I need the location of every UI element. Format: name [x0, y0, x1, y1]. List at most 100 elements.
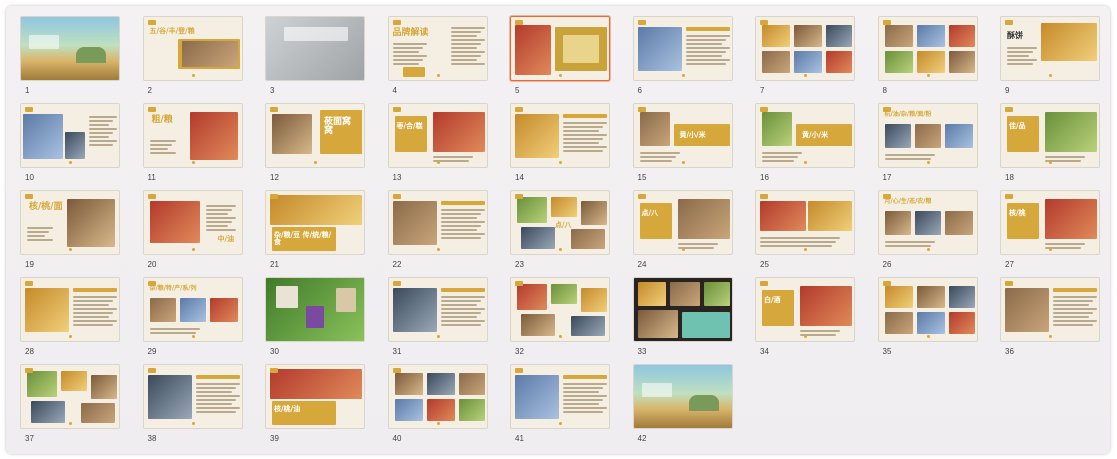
slide-preview[interactable] [632, 16, 733, 81]
slide-thumbnail-21[interactable]: 杂/粮/豆 传/统/粮/食 21 [265, 190, 365, 277]
slide-preview[interactable]: 粗/粮 [142, 103, 243, 168]
slide-thumbnail-37[interactable]: 37 [20, 364, 120, 451]
slide-thumbnail-13[interactable]: 枣/合/糕 13 [387, 103, 488, 190]
slide-thumbnail-4[interactable]: 品牌解读 4 [387, 16, 488, 103]
slide-thumbnail-22[interactable]: 22 [387, 190, 488, 277]
slide-preview[interactable]: 白/酒 [755, 277, 855, 342]
slide-preview[interactable] [877, 16, 978, 81]
slide-preview[interactable] [20, 16, 120, 81]
slide-thumbnail-35[interactable]: 35 [877, 277, 978, 364]
slide-thumbnail-24[interactable]: 点/八 24 [632, 190, 733, 277]
slide-thumbnail-16[interactable]: 黄/小/米 16 [755, 103, 855, 190]
slide-preview[interactable] [510, 364, 610, 429]
slide-preview[interactable]: 杂/粮/特/产/系/列 [142, 277, 243, 342]
slide-thumbnail-40[interactable]: 40 [387, 364, 488, 451]
slide-thumbnail-36[interactable]: 36 [1000, 277, 1100, 364]
slide-thumbnail-7[interactable]: 7 [755, 16, 855, 103]
slide-thumbnail-26[interactable]: 月/心/生/态/农/粮 26 [877, 190, 978, 277]
slide-thumbnail-29[interactable]: 杂/粮/特/产/系/列 29 [142, 277, 243, 364]
slide-preview[interactable] [510, 103, 610, 168]
slide-preview[interactable]: 佳/品 [1000, 103, 1100, 168]
slide-thumbnail-25[interactable]: 25 [755, 190, 855, 277]
slide-preview[interactable]: 核/桃/油 [265, 364, 365, 429]
text-line [563, 403, 599, 405]
slide-title: 五/谷/丰/登/粮 [149, 26, 195, 35]
slide-preview[interactable] [387, 277, 488, 342]
slide-thumbnail-33[interactable]: 33 [632, 277, 733, 364]
thumb-photo [270, 369, 362, 399]
slide-thumbnail-31[interactable]: 31 [387, 277, 488, 364]
slide-thumbnail-38[interactable]: 38 [142, 364, 243, 451]
slide-thumbnail-32[interactable]: 32 [510, 277, 610, 364]
slide-thumbnail-12[interactable]: 莜面窝窝 12 [265, 103, 365, 190]
slide-thumbnail-30[interactable]: 30 [265, 277, 365, 364]
slide-preview[interactable] [632, 277, 733, 342]
slide-preview[interactable] [20, 364, 120, 429]
slide-thumbnail-5[interactable]: 5 [510, 16, 610, 103]
text-line [760, 237, 840, 239]
slide-preview[interactable]: 核/桃/面 [20, 190, 120, 255]
slide-thumbnail-18[interactable]: 佳/品 18 [1000, 103, 1100, 190]
slide-preview[interactable] [387, 190, 488, 255]
brand-logo-icon [515, 20, 523, 25]
slide-preview[interactable]: 月/心/生/态/农/粮 [877, 190, 978, 255]
slide-thumbnail-14[interactable]: 14 [510, 103, 610, 190]
slide-thumbnail-3[interactable]: 3 [265, 16, 365, 103]
slide-thumbnail-27[interactable]: 核/桃 27 [1000, 190, 1100, 277]
slide-preview[interactable]: 核/桃 [1000, 190, 1100, 255]
text-line [563, 142, 599, 144]
slide-thumbnail-1[interactable]: 1 [20, 16, 120, 103]
thumb-photo [948, 25, 975, 47]
slide-thumbnail-28[interactable]: 28 [20, 277, 120, 364]
slide-preview[interactable]: 品牌解读 [387, 16, 488, 81]
slide-preview[interactable]: 黄/小/米 [755, 103, 855, 168]
slide-thumbnail-15[interactable]: 黄/小/米 15 [632, 103, 733, 190]
text-line [450, 55, 481, 57]
slide-preview[interactable]: 莜面窝窝 [265, 103, 365, 168]
slide-thumbnail-11[interactable]: 粗/粮 11 [142, 103, 243, 190]
slide-thumbnail-39[interactable]: 核/桃/油 39 [265, 364, 365, 451]
slide-thumbnail-8[interactable]: 8 [877, 16, 978, 103]
brand-logo-icon [270, 194, 278, 199]
slide-thumbnail-20[interactable]: 中/油 20 [142, 190, 243, 277]
slide-thumbnail-10[interactable]: 10 [20, 103, 120, 190]
slide-thumbnail-2[interactable]: 五/谷/丰/登/粮 2 [142, 16, 243, 103]
slide-preview[interactable] [265, 16, 365, 81]
slide-thumbnail-41[interactable]: 41 [510, 364, 610, 451]
slide-preview[interactable]: 点/八 [510, 190, 610, 255]
slide-thumbnail-23[interactable]: 点/八 23 [510, 190, 610, 277]
slide-preview[interactable]: 杭/油/杂/粮/面/粉 [877, 103, 978, 168]
slide-title: 核/桃/油 [274, 404, 301, 413]
slide-preview[interactable] [142, 364, 243, 429]
slide-preview[interactable] [510, 277, 610, 342]
slide-thumbnail-6[interactable]: 6 [632, 16, 733, 103]
text-line [27, 239, 53, 241]
brand-logo-icon [392, 281, 401, 286]
slide-thumbnail-42[interactable]: 42 [632, 364, 733, 451]
slide-thumbnail-19[interactable]: 核/桃/面 19 [20, 190, 120, 277]
slide-preview[interactable]: 点/八 [632, 190, 733, 255]
title-banner [641, 383, 672, 397]
slide-preview[interactable]: 酥饼 [1000, 16, 1100, 81]
slide-preview[interactable]: 黄/小/米 [632, 103, 733, 168]
slide-preview[interactable] [510, 16, 610, 81]
slide-preview[interactable] [20, 277, 120, 342]
slide-preview[interactable]: 杂/粮/豆 传/统/粮/食 [265, 190, 365, 255]
slide-title: 莜面窝窝 [324, 117, 352, 136]
slide-preview[interactable] [755, 190, 855, 255]
slide-preview[interactable] [20, 103, 120, 168]
text-line [1053, 296, 1097, 298]
slide-preview[interactable]: 中/油 [142, 190, 243, 255]
slide-thumbnail-34[interactable]: 白/酒 34 [755, 277, 855, 364]
slide-preview[interactable] [755, 16, 855, 81]
slide-thumbnail-17[interactable]: 杭/油/杂/粮/面/粉 17 [877, 103, 978, 190]
slide-preview[interactable] [877, 277, 978, 342]
slide-preview[interactable]: 枣/合/糕 [387, 103, 488, 168]
slide-preview[interactable] [1000, 277, 1100, 342]
slide-preview[interactable] [387, 364, 488, 429]
slide-thumbnail-9[interactable]: 酥饼 9 [1000, 16, 1100, 103]
page-indicator [191, 422, 195, 425]
slide-preview[interactable] [265, 277, 365, 342]
slide-preview[interactable] [632, 364, 733, 429]
slide-preview[interactable]: 五/谷/丰/登/粮 [142, 16, 243, 81]
